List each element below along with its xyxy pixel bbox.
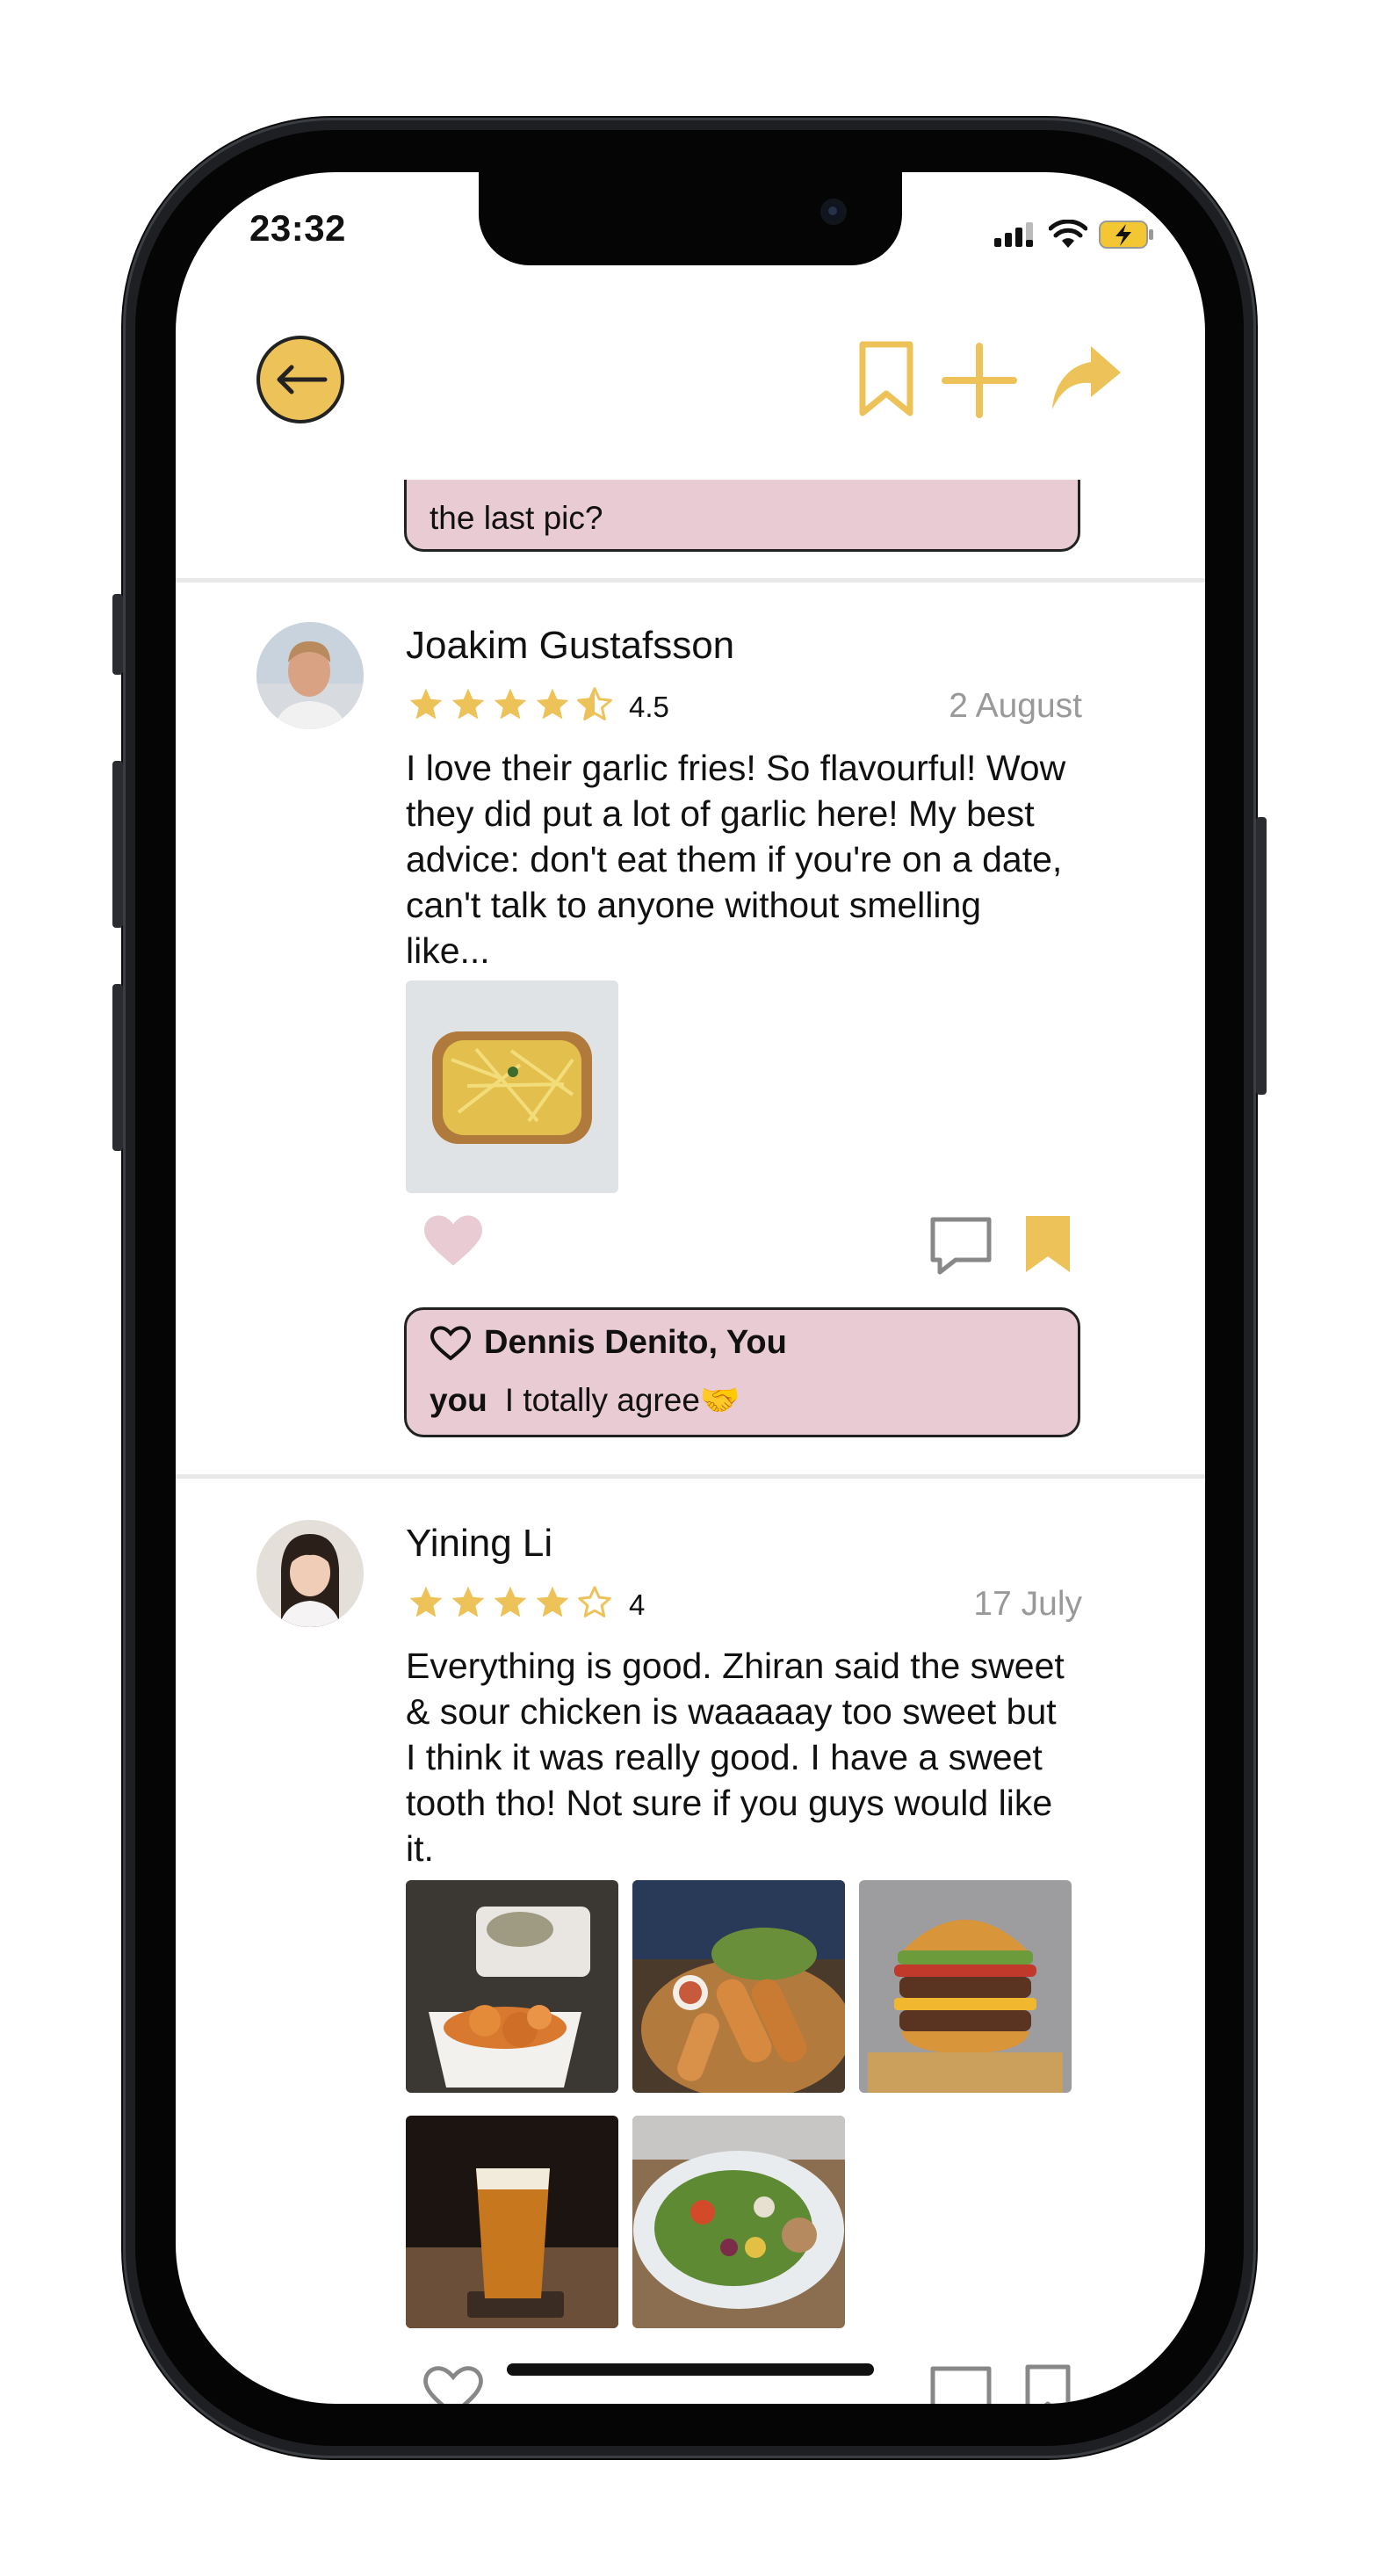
volume-down-button [112, 984, 123, 1151]
plus-icon [942, 343, 1017, 418]
review-photo[interactable] [406, 980, 618, 1193]
reviewer-name[interactable]: Joakim Gustafsson [406, 624, 734, 668]
review-photo[interactable] [632, 2116, 845, 2328]
notch [479, 172, 902, 265]
like-button[interactable] [422, 2363, 485, 2404]
heart-outline-icon [423, 2366, 483, 2404]
review-text: Everything is good. Zhiran said the swee… [406, 1646, 1065, 1869]
divider [176, 578, 1205, 582]
star-icon [406, 685, 446, 728]
bookmark-button[interactable] [856, 341, 917, 423]
silent-switch [112, 594, 123, 675]
likes-row: Dennis Denito, You [430, 1324, 787, 1362]
avatar[interactable] [256, 1520, 364, 1627]
heart-filled-icon [424, 1215, 482, 1266]
divider [176, 1474, 1205, 1479]
review-photo[interactable] [406, 1880, 618, 2093]
rating-stars: 4.5 [406, 685, 669, 728]
review-photo[interactable] [632, 1880, 845, 2093]
review-date: 2 August [949, 687, 1082, 725]
comment-button[interactable] [928, 1214, 994, 1282]
review-text: I love their garlic fries! So flavourful… [406, 748, 1066, 971]
previous-comment-bubble: the last pic? [404, 480, 1080, 552]
star-icon [490, 1583, 531, 1626]
comment-icon [930, 2366, 992, 2404]
comment-row: you I totally agree🤝 [430, 1382, 740, 1420]
bookmark-icon [859, 341, 913, 416]
heart-outline-icon [430, 1325, 472, 1361]
volume-up-button [112, 761, 123, 928]
half-star-icon [574, 685, 615, 728]
rating-value: 4.5 [629, 690, 669, 723]
rating-stars: 4 [406, 1583, 645, 1626]
back-arrow-icon [277, 365, 328, 394]
review-photo[interactable] [859, 1880, 1072, 2093]
comment-text: I totally agree🤝 [504, 1382, 740, 1418]
home-indicator[interactable] [507, 2363, 874, 2376]
wifi-icon [1048, 219, 1088, 254]
bookmark-review-button[interactable] [1024, 1214, 1072, 1278]
share-icon [1052, 346, 1121, 409]
power-button [1256, 817, 1267, 1095]
comment-bubble: Dennis Denito, You you I totally agree🤝 [404, 1307, 1080, 1437]
battery-charging-icon [1098, 220, 1156, 254]
comment-icon [930, 1217, 992, 1275]
like-button[interactable] [422, 1212, 485, 1273]
rating-value: 4 [629, 1588, 646, 1621]
share-button[interactable] [1049, 344, 1123, 419]
star-icon [448, 685, 488, 728]
cellular-signal-icon [993, 221, 1038, 253]
previous-comment-text: the last pic? [430, 500, 603, 536]
camera [820, 199, 847, 225]
add-button[interactable] [942, 343, 1017, 423]
star-icon [490, 685, 531, 728]
comment-button[interactable] [928, 2363, 994, 2404]
bookmark-icon [1025, 2364, 1071, 2404]
review-photo[interactable] [406, 2116, 618, 2328]
status-time: 23:32 [249, 207, 346, 249]
bookmark-review-button[interactable] [1024, 2363, 1072, 2404]
reviewer-name[interactable]: Yining Li [406, 1522, 552, 1566]
review-date: 17 July [973, 1585, 1082, 1623]
comment-author[interactable]: you [430, 1382, 487, 1419]
bookmark-filled-icon [1026, 1216, 1070, 1272]
status-icons [993, 219, 1156, 254]
back-button[interactable] [256, 336, 344, 423]
avatar[interactable] [256, 622, 364, 729]
star-icon [448, 1583, 488, 1626]
app-screen: 23:32 the last pic? Joakim Gustafsson 4.… [176, 172, 1205, 2404]
likes-by[interactable]: Dennis Denito, You [484, 1324, 787, 1362]
star-icon [532, 1583, 573, 1626]
star-icon [406, 1583, 446, 1626]
star-icon [532, 685, 573, 728]
star-outline-icon [574, 1583, 615, 1626]
